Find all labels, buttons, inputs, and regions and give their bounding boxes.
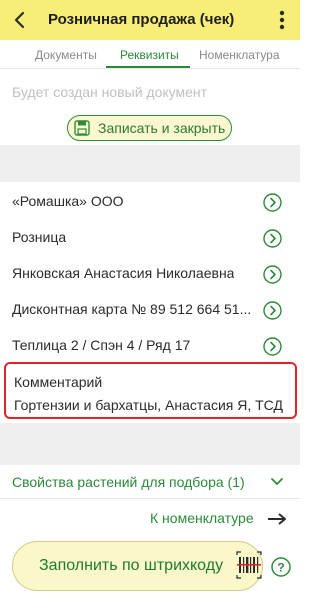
save-and-close-label: Записать и закрыть [98, 120, 226, 136]
comment-field[interactable]: Комментарий Гортензии и бархатцы, Анаста… [4, 362, 297, 419]
chevron-left-icon[interactable] [6, 6, 34, 34]
field-client-value: Янковская Анастасия Николаевна [12, 265, 235, 281]
to-nomenclature-link[interactable]: К номенклатуре [150, 510, 254, 526]
tab-bar: Документы Реквизиты Номенклатура [0, 40, 300, 69]
comment-value: Гортензии и бархатцы, Анастасия Я, ТСД [14, 397, 283, 413]
more-vertical-icon[interactable] [270, 7, 294, 33]
tab-requisites[interactable]: Реквизиты [120, 48, 179, 62]
top-bar: Розничная продажа (чек) [0, 0, 300, 40]
chevron-right-circle-icon[interactable] [263, 337, 282, 356]
active-tab-indicator [106, 66, 190, 68]
plant-properties-label: Свойства растений для подбора (1) [12, 474, 245, 490]
field-organization[interactable]: «Ромашка» ООО [0, 184, 300, 220]
field-location[interactable]: Теплица 2 / Спэн 4 / Ряд 17 [0, 328, 300, 364]
field-client[interactable]: Янковская Анастасия Николаевна [0, 256, 300, 292]
field-discount-card[interactable]: Дисконтная карта № 89 512 664 51... [0, 292, 300, 328]
chevron-right-circle-icon[interactable] [263, 193, 282, 212]
tab-nomenclature[interactable]: Номенклатура [199, 48, 280, 62]
save-and-close-button[interactable]: Записать и закрыть [67, 115, 232, 141]
field-discount-card-value: Дисконтная карта № 89 512 664 51... [12, 301, 252, 317]
section-divider [0, 423, 300, 465]
field-location-value: Теплица 2 / Спэн 4 / Ряд 17 [12, 337, 191, 353]
chevron-right-circle-icon[interactable] [263, 301, 282, 320]
tab-documents[interactable]: Документы [35, 48, 97, 62]
new-document-notice: Будет создан новый документ [12, 84, 208, 100]
chevron-down-icon [271, 478, 283, 485]
save-icon [74, 120, 90, 136]
fill-by-barcode-label: Заполнить по штрихкоду [39, 557, 224, 574]
barcode-scan-icon[interactable] [236, 551, 262, 581]
page-title: Розничная продажа (чек) [48, 11, 235, 28]
field-store[interactable]: Розница [0, 220, 300, 256]
plant-properties-row[interactable]: Свойства растений для подбора (1) [0, 465, 300, 499]
chevron-right-circle-icon[interactable] [263, 229, 282, 248]
help-icon[interactable]: ? [271, 557, 291, 577]
chevron-right-circle-icon[interactable] [263, 265, 282, 284]
fill-by-barcode-button[interactable]: Заполнить по штрихкоду [12, 541, 263, 591]
field-store-value: Розница [12, 229, 67, 245]
arrow-right-icon[interactable] [266, 511, 288, 527]
field-organization-value: «Ромашка» ООО [12, 193, 124, 209]
svg-text:?: ? [277, 561, 284, 575]
comment-label: Комментарий [14, 374, 103, 390]
section-divider [0, 145, 300, 182]
